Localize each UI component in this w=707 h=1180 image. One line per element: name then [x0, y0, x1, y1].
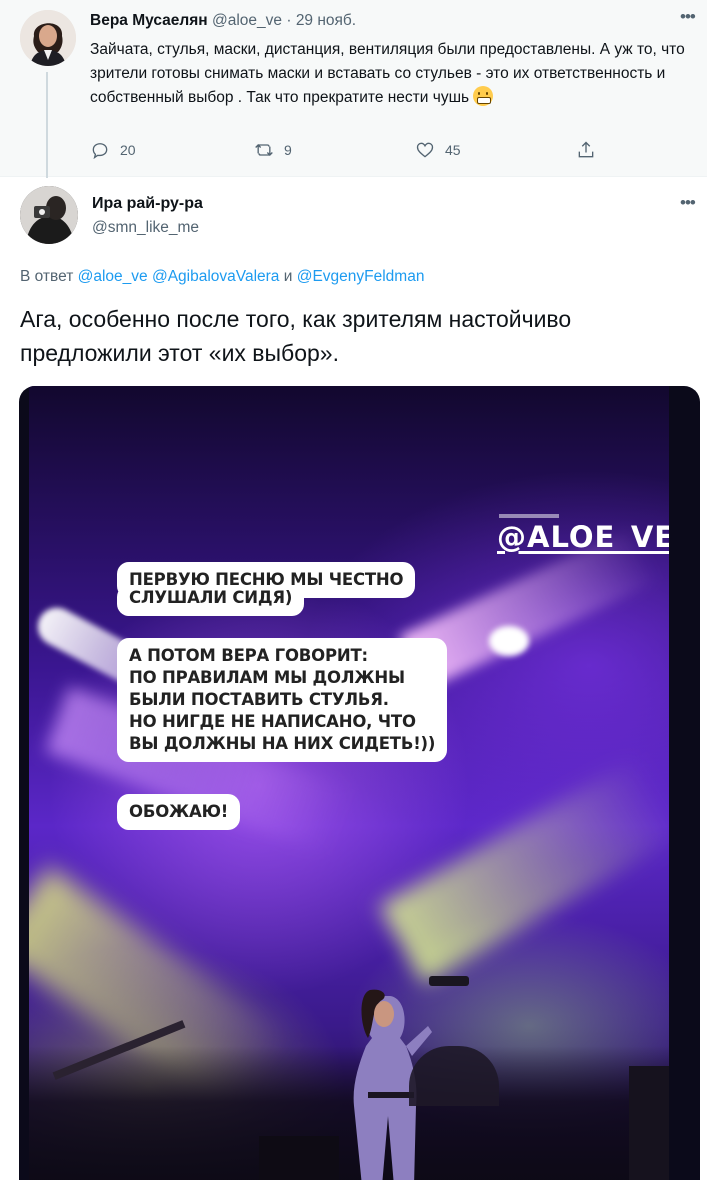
mention-link[interactable]: @EvgenyFeldman — [297, 268, 425, 285]
retweet-button[interactable]: 9 — [254, 140, 292, 160]
like-button[interactable]: 45 — [415, 140, 461, 160]
stage-light-beam — [379, 756, 669, 984]
mention-link[interactable]: @aloe_ve — [78, 268, 148, 285]
stage-monitor — [259, 1136, 339, 1180]
parent-tweet[interactable]: Вера Мусаелян @aloe_ve · 29 нояб. ••• За… — [0, 0, 707, 178]
parent-author-handle[interactable]: @aloe_ve — [212, 12, 282, 29]
reply-prefix: В ответ — [20, 268, 74, 285]
caption-line: НО НИГДЕ НЕ НАПИСАНО, ЧТО — [129, 712, 416, 731]
retweet-count: 9 — [284, 142, 292, 158]
parent-author-name[interactable]: Вера Мусаелян — [90, 12, 208, 29]
tweet-media[interactable]: @ALOE_VE ПЕРВУЮ ПЕСНЮ МЫ ЧЕСТНО СЛУШАЛИ … — [19, 386, 700, 1180]
share-icon — [578, 141, 594, 158]
parent-tweet-date[interactable]: 29 нояб. — [296, 12, 356, 29]
instagram-tag: @ALOE_VE — [497, 520, 669, 554]
grimacing-face-icon — [473, 86, 494, 106]
share-button[interactable] — [576, 140, 596, 160]
caption-line: ПО ПРАВИЛАМ МЫ ДОЛЖНЫ — [129, 668, 405, 687]
concert-photo: @ALOE_VE ПЕРВУЮ ПЕСНЮ МЫ ЧЕСТНО СЛУШАЛИ … — [29, 386, 669, 1180]
retweet-icon — [255, 144, 273, 156]
main-author-handle[interactable]: @smn_like_me — [92, 219, 199, 237]
spotlight — [489, 626, 529, 656]
main-author-avatar[interactable] — [20, 186, 78, 244]
header-separator: · — [286, 12, 292, 29]
reply-button[interactable]: 20 — [90, 140, 136, 160]
caption-line: БЫЛИ ПОСТАВИТЬ СТУЛЬЯ. — [129, 690, 389, 709]
story-caption-bubble: А ПОТОМ ВЕРА ГОВОРИТ: ПО ПРАВИЛАМ МЫ ДОЛ… — [117, 638, 448, 762]
parent-author-avatar[interactable] — [20, 10, 76, 66]
parent-tweet-body: Зайчата, стулья, маски, дистанция, венти… — [90, 41, 685, 106]
reply-conjunction: и — [283, 268, 293, 285]
cymbal — [429, 976, 469, 986]
story-caption-bubble: ОБОЖАЮ! — [117, 794, 241, 830]
stage-truss — [499, 514, 559, 518]
story-caption-bubble: СЛУШАЛИ СИДЯ) — [117, 585, 305, 616]
caption-line: А ПОТОМ ВЕРА ГОВОРИТ: — [129, 646, 368, 665]
parent-tweet-text: Зайчата, стулья, маски, дистанция, венти… — [90, 38, 690, 110]
mention-link[interactable]: @AgibalovaValera — [152, 268, 279, 285]
speaker-stack — [629, 1066, 669, 1180]
main-author-name[interactable]: Ира рай-ру-ра — [92, 195, 203, 213]
parent-tweet-header: Вера Мусаелян @aloe_ve · 29 нояб. — [90, 12, 356, 30]
thread-connector — [46, 72, 48, 178]
more-icon[interactable]: ••• — [680, 194, 696, 211]
reply-context: В ответ @aloe_ve @AgibalovaValera и @Evg… — [20, 268, 424, 286]
main-tweet-text: Ага, особенно после того, как зрителям н… — [20, 306, 572, 366]
heart-icon — [416, 142, 434, 158]
reply-icon — [92, 143, 108, 160]
caption-line: ОБОЖАЮ! — [129, 802, 229, 821]
like-count: 45 — [445, 142, 461, 158]
more-icon[interactable]: ••• — [680, 8, 696, 25]
reply-count: 20 — [120, 142, 136, 158]
parent-tweet-actions: 20 9 45 — [90, 140, 610, 166]
caption-line: СЛУШАЛИ СИДЯ) — [129, 588, 293, 607]
caption-line: ВЫ ДОЛЖНЫ НА НИХ СИДЕТЬ!)) — [129, 734, 436, 753]
